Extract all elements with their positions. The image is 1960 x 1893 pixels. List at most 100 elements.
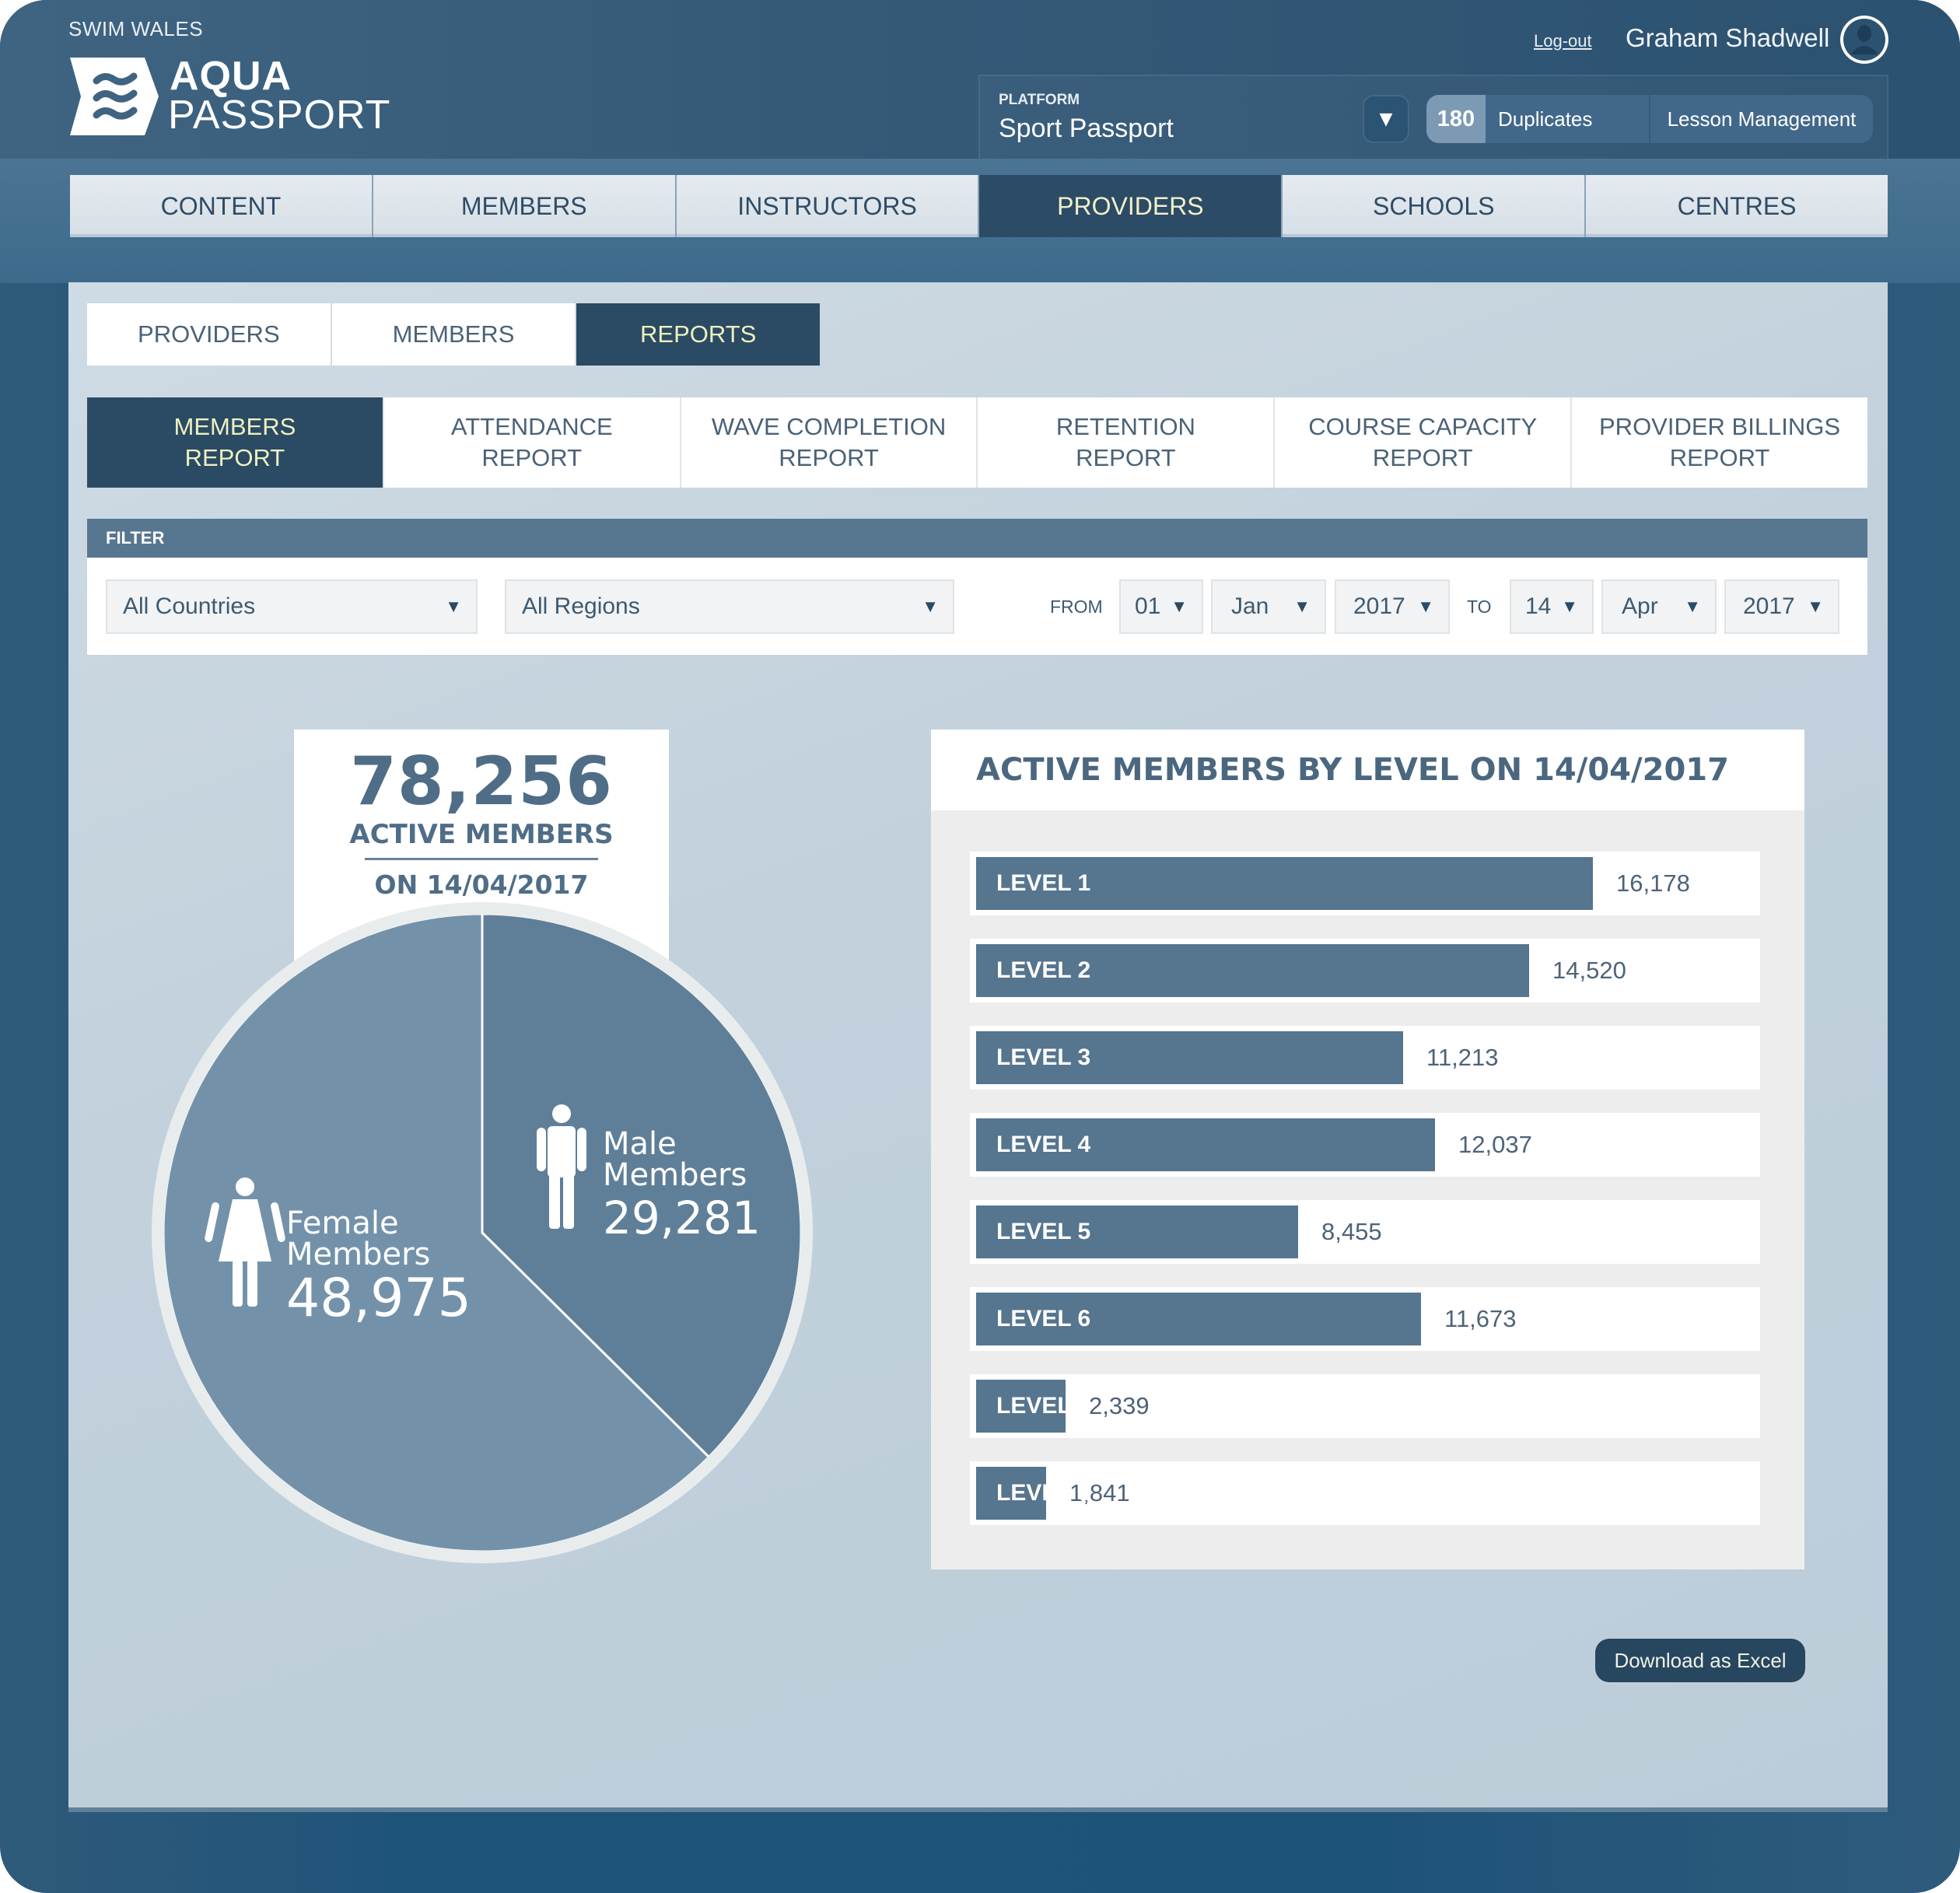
report-tab-line1: MEMBERS (173, 412, 296, 440)
caret-down-icon: ▼ (1684, 597, 1701, 616)
nav-tab-content[interactable]: CONTENT (70, 175, 373, 237)
download-excel-button[interactable]: Download as Excel (1595, 1639, 1805, 1682)
report-tab-line2: REPORT (1076, 444, 1176, 471)
bar-row: LEVEL 2 14,520 (970, 939, 1760, 1002)
filter-body: All Countries ▼ All Regions ▼ FROM 01 ▼ … (87, 558, 1867, 655)
bar-row: LEVEL 4 12,037 (970, 1113, 1760, 1177)
to-label: TO (1467, 597, 1492, 617)
bar-value-label: 16,178 (1616, 870, 1690, 897)
bar-value-label: 11,673 (1444, 1305, 1517, 1332)
bar-category-label: LEVEL 5 (996, 1219, 1091, 1244)
bar-chart-title: ACTIVE MEMBERS BY LEVEL ON 14/04/2017 (976, 752, 1729, 788)
lesson-management-button[interactable]: Lesson Management (1650, 95, 1873, 143)
duplicates-button[interactable]: Duplicates (1486, 95, 1650, 143)
bar-row: LEVEL 7 2,339 (970, 1374, 1760, 1438)
nav-tab-members[interactable]: MEMBERS (373, 175, 677, 237)
filter-title: FILTER (87, 519, 1867, 558)
caret-down-icon: ▼ (1561, 597, 1578, 616)
bar-row: LEVEL 3 11,213 (970, 1026, 1760, 1090)
pie-label-male-value: 29,281 (603, 1191, 761, 1244)
platform-dropdown-button[interactable]: ▼ (1363, 95, 1409, 143)
logout-link[interactable]: Log-out (1534, 31, 1592, 51)
nav-tab-centres[interactable]: CENTRES (1586, 175, 1888, 237)
report-tab-line1: COURSE CAPACITY (1308, 412, 1538, 440)
region-select[interactable]: All Regions ▼ (505, 579, 954, 634)
active-members-date: ON 14/04/2017 (374, 870, 589, 901)
bar-category-label: LEVEL 3 (996, 1044, 1091, 1070)
pie-label-female-value: 48,975 (286, 1268, 471, 1329)
org-name: SWIM WALES (68, 17, 204, 40)
logo-text-aqua: AQUA (170, 54, 292, 99)
report-tab-course-capacity[interactable]: COURSE CAPACITY REPORT (1275, 397, 1573, 488)
gender-pie-chart: Male Members 29,281 Female Members 48,975 (152, 902, 813, 1563)
main-nav: CONTENT MEMBERS INSTRUCTORS PROVIDERS SC… (70, 175, 1888, 237)
bar-value-label: 8,455 (1321, 1218, 1382, 1245)
to-month-select[interactable]: Apr ▼ (1601, 579, 1717, 634)
user-name[interactable]: Graham Shadwell (1626, 23, 1829, 53)
subtab-reports[interactable]: REPORTS (576, 303, 821, 366)
bar-category-label: LEVEL 1 (996, 870, 1091, 896)
bar-value-label: 12,037 (1458, 1131, 1532, 1158)
bar-category-label: LEVEL 2 (996, 957, 1091, 983)
caret-down-icon: ▼ (1293, 597, 1311, 616)
report-tab-line1: RETENTION (1055, 412, 1195, 440)
bar-category-label: LEVEL 7 (996, 1393, 1091, 1419)
bar-category-label: LEVEL 8 (996, 1480, 1091, 1506)
caret-down-icon: ▼ (1171, 597, 1188, 616)
report-tab-wave-completion[interactable]: WAVE COMPLETION REPORT (681, 397, 978, 488)
caret-down-icon: ▼ (1379, 109, 1393, 129)
bar-value-label: 2,339 (1089, 1392, 1150, 1419)
filter-panel: FILTER All Countries ▼ All Regions ▼ FRO… (87, 519, 1867, 655)
caret-down-icon: ▼ (1807, 597, 1824, 616)
sub-tabs: PROVIDERS MEMBERS REPORTS (87, 303, 821, 366)
bar-rows: LEVEL 1 16,178 LEVEL 2 14,520 LEVEL 3 11,213 L… (970, 852, 1760, 1548)
active-members-total: 78,256 (350, 743, 613, 821)
subtab-members[interactable]: MEMBERS (331, 303, 577, 366)
to-year-select[interactable]: 2017 ▼ (1724, 579, 1839, 634)
report-tab-line2: REPORT (184, 444, 285, 471)
subtab-providers[interactable]: PROVIDERS (87, 303, 332, 366)
report-tab-retention[interactable]: RETENTION REPORT (978, 397, 1276, 488)
bar-row: LEVEL 6 11,673 (970, 1287, 1760, 1351)
level-bar-chart: ACTIVE MEMBERS BY LEVEL ON 14/04/2017 LE… (931, 730, 1804, 1569)
nav-tab-instructors[interactable]: INSTRUCTORS (676, 175, 980, 237)
bar-category-label: LEVEL 4 (996, 1132, 1091, 1157)
caret-down-icon: ▼ (922, 597, 939, 616)
platform-label: PLATFORM (999, 92, 1080, 108)
report-tab-attendance[interactable]: ATTENDANCE REPORT (383, 397, 681, 488)
report-tab-provider-billings[interactable]: PROVIDER BILLINGS REPORT (1572, 397, 1867, 488)
report-tab-line2: REPORT (1372, 444, 1473, 471)
region-select-value: All Regions (522, 593, 640, 619)
bar-chart-header: ACTIVE MEMBERS BY LEVEL ON 14/04/2017 (931, 730, 1804, 810)
nav-tab-providers[interactable]: PROVIDERS (979, 175, 1283, 237)
to-month-value: Apr (1622, 593, 1658, 619)
report-tabs: MEMBERS REPORT ATTENDANCE REPORT WAVE COMP… (87, 397, 1867, 488)
bar-category-label: LEVEL 6 (996, 1306, 1091, 1331)
from-day-value: 01 (1135, 593, 1161, 619)
from-month-select[interactable]: Jan ▼ (1211, 579, 1326, 634)
user-avatar-icon[interactable] (1840, 16, 1888, 64)
to-day-value: 14 (1525, 593, 1552, 619)
platform-value: Sport Passport (999, 114, 1174, 143)
report-tab-members[interactable]: MEMBERS REPORT (87, 397, 384, 488)
report-tab-line1: PROVIDER BILLINGS (1599, 412, 1841, 440)
nav-tab-schools[interactable]: SCHOOLS (1283, 175, 1587, 237)
pie-label-male-subtitle: Members (603, 1157, 747, 1193)
country-select[interactable]: All Countries ▼ (106, 579, 478, 634)
to-day-select[interactable]: 14 ▼ (1510, 579, 1594, 634)
report-tab-line2: REPORT (779, 444, 879, 471)
bar-value-label: 11,213 (1426, 1044, 1499, 1071)
to-year-value: 2017 (1743, 593, 1795, 619)
from-day-select[interactable]: 01 ▼ (1119, 579, 1203, 634)
report-tab-line2: REPORT (481, 444, 583, 471)
report-tab-line1: WAVE COMPLETION (711, 412, 947, 440)
bar-row: LEVEL 1 16,178 (970, 852, 1760, 915)
from-year-select[interactable]: 2017 ▼ (1335, 579, 1450, 634)
active-members-label: ACTIVE MEMBERS (349, 818, 614, 850)
duplicates-count-badge[interactable]: 180 (1426, 95, 1486, 143)
country-select-value: All Countries (123, 593, 256, 619)
bar-value-label: 14,520 (1552, 957, 1626, 984)
report-tab-line1: ATTENDANCE (450, 412, 613, 440)
caret-down-icon: ▼ (1417, 597, 1434, 616)
from-year-value: 2017 (1353, 593, 1405, 619)
